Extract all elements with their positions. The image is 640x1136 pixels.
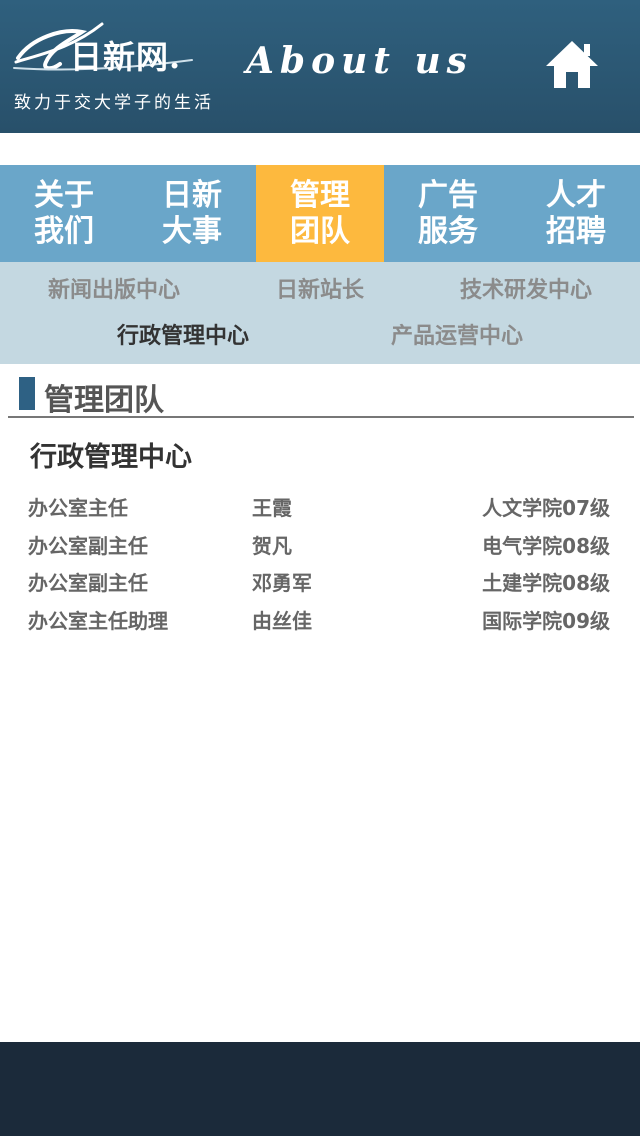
site-slogan: 致力于交大学子的生活 bbox=[14, 93, 214, 113]
tab-label: 日新大事 bbox=[162, 177, 222, 249]
staff-row: 办公室副主任 贺凡 电气学院08级 bbox=[0, 526, 640, 564]
about-us-page: 日新网. 致力于交大学子的生活 About us 关于我们 日新大事 管理团队 … bbox=[0, 0, 640, 1136]
section-title-marker bbox=[19, 377, 35, 410]
staff-department: 国际学院09级 bbox=[482, 608, 610, 633]
page-title: About us bbox=[246, 40, 473, 82]
staff-department: 人文学院07级 bbox=[482, 496, 610, 520]
tab-label: 关于我们 bbox=[34, 177, 94, 249]
tab-management-team[interactable]: 管理团队 bbox=[256, 165, 384, 262]
staff-name: 王霞 bbox=[252, 496, 292, 520]
staff-role: 办公室主任 bbox=[28, 496, 128, 520]
footer-bar bbox=[0, 1042, 640, 1136]
staff-department: 电气学院08级 bbox=[482, 533, 610, 558]
tab-label: 管理团队 bbox=[290, 177, 350, 249]
divider bbox=[8, 416, 634, 418]
tab-label: 人才招聘 bbox=[546, 177, 606, 249]
department-title: 行政管理中心 bbox=[30, 442, 192, 473]
staff-role: 办公室副主任 bbox=[28, 571, 148, 595]
tab-recruitment[interactable]: 人才招聘 bbox=[512, 165, 640, 262]
logo-text: 日新网. bbox=[70, 38, 182, 76]
staff-name: 邓勇军 bbox=[252, 571, 312, 595]
home-button[interactable] bbox=[544, 38, 600, 90]
subnav-news-publishing[interactable]: 新闻出版中心 bbox=[48, 272, 180, 304]
staff-row: 办公室副主任 邓勇军 土建学院08级 bbox=[0, 563, 640, 601]
staff-department: 土建学院08级 bbox=[482, 571, 610, 595]
staff-row: 办公室主任助理 由丝佳 国际学院09级 bbox=[0, 601, 640, 639]
home-icon bbox=[546, 41, 598, 88]
header-bar: 日新网. 致力于交大学子的生活 About us bbox=[0, 0, 640, 133]
subnav-row: 新闻出版中心 日新站长 技术研发中心 bbox=[0, 268, 640, 308]
staff-row: 办公室主任 王霞 人文学院07级 bbox=[0, 488, 640, 526]
subnav-site-director[interactable]: 日新站长 bbox=[276, 272, 364, 304]
site-logo[interactable]: 日新网. 致力于交大学子的生活 bbox=[12, 18, 232, 118]
tab-ad-services[interactable]: 广告服务 bbox=[384, 165, 512, 262]
subnav-row: 行政管理中心 产品运营中心 bbox=[0, 314, 640, 354]
subnav-admin-management[interactable]: 行政管理中心 bbox=[78, 318, 288, 350]
staff-role: 办公室副主任 bbox=[28, 533, 148, 558]
section-title: 管理团队 bbox=[44, 383, 164, 418]
tab-about-us[interactable]: 关于我们 bbox=[0, 165, 128, 262]
subnav-product-operations[interactable]: 产品运营中心 bbox=[352, 318, 562, 350]
department-subnav: 新闻出版中心 日新站长 技术研发中心 行政管理中心 产品运营中心 bbox=[0, 262, 640, 364]
subnav-tech-rd[interactable]: 技术研发中心 bbox=[460, 272, 592, 304]
staff-name: 贺凡 bbox=[252, 533, 292, 558]
main-tabs: 关于我们 日新大事 管理团队 广告服务 人才招聘 bbox=[0, 165, 640, 262]
staff-list: 办公室主任 王霞 人文学院07级 办公室副主任 贺凡 电气学院08级 办公室副主… bbox=[0, 488, 640, 638]
tab-events[interactable]: 日新大事 bbox=[128, 165, 256, 262]
staff-name: 由丝佳 bbox=[252, 608, 312, 633]
staff-role: 办公室主任助理 bbox=[28, 608, 168, 633]
tab-label: 广告服务 bbox=[418, 177, 478, 249]
